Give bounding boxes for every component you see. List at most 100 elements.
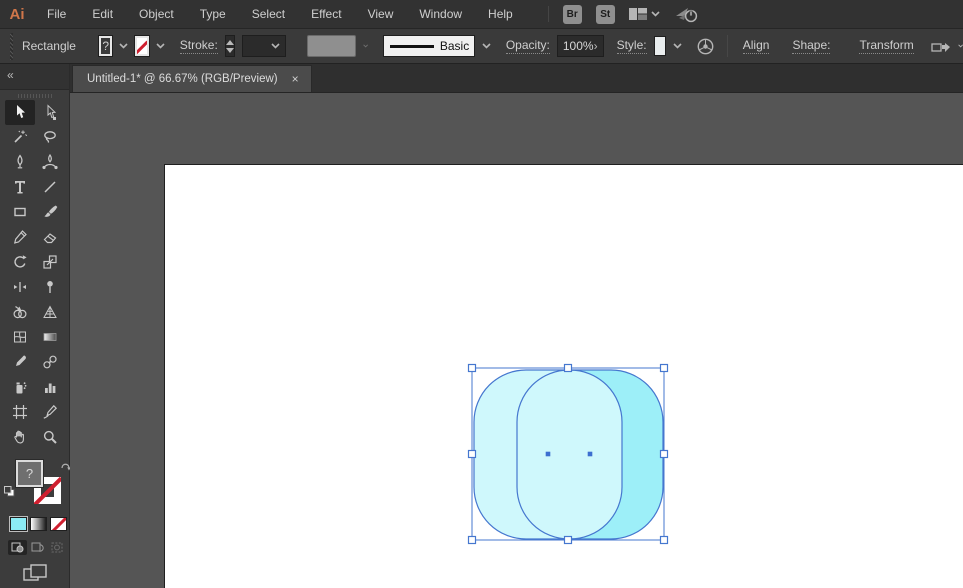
- change-screen-mode-button[interactable]: [22, 563, 69, 588]
- screen-mode-icon: [23, 564, 47, 581]
- recolor-artwork-button[interactable]: [697, 38, 714, 55]
- panel-grip[interactable]: [17, 94, 52, 98]
- document-tab-title: Untitled-1* @ 66.67% (RGB/Preview): [87, 73, 278, 85]
- divider: [727, 35, 728, 57]
- menu-item-select[interactable]: Select: [239, 0, 298, 28]
- arrange-icon: [931, 43, 950, 52]
- puppet-warp-tool[interactable]: [35, 275, 65, 300]
- color-button[interactable]: [10, 517, 27, 531]
- draw-behind-button[interactable]: [28, 540, 47, 555]
- menu-list: File Edit Object Type Select Effect View Window…: [34, 0, 526, 28]
- stock-button[interactable]: St: [595, 4, 615, 24]
- gradient-tool[interactable]: [35, 325, 65, 350]
- menu-item-window[interactable]: Window: [406, 0, 475, 28]
- color-type-buttons: [10, 517, 69, 531]
- gradient-button[interactable]: [30, 517, 47, 531]
- menu-item-view[interactable]: View: [355, 0, 407, 28]
- bridge-button[interactable]: Br: [562, 4, 582, 24]
- fill-dropdown[interactable]: [119, 36, 128, 56]
- illustrator-logo: Ai: [9, 5, 25, 23]
- divider: [547, 6, 549, 22]
- back-shape-center-point[interactable]: [587, 451, 593, 457]
- zoom-tool[interactable]: [35, 425, 65, 450]
- fill-swatch[interactable]: ?: [98, 36, 113, 56]
- fill-indicator[interactable]: ?: [16, 459, 43, 487]
- hand-tool[interactable]: [5, 425, 35, 450]
- canvas-pasteboard[interactable]: [70, 93, 963, 588]
- tools-panel: « ?: [0, 64, 71, 588]
- blend-tool[interactable]: [35, 350, 65, 375]
- stroke-color-dropdown[interactable]: [156, 36, 165, 56]
- selected-artwork[interactable]: [70, 93, 963, 588]
- menu-item-help[interactable]: Help: [475, 0, 526, 28]
- menu-item-effect[interactable]: Effect: [298, 0, 354, 28]
- recolor-artwork-icon: [697, 38, 714, 54]
- drawing-mode-buttons: [8, 540, 69, 555]
- style-panel-link[interactable]: Style:: [616, 38, 647, 54]
- brush-definition-dropdown[interactable]: Basic: [382, 35, 475, 57]
- chevron-down-icon: [362, 44, 368, 48]
- document-tab[interactable]: Untitled-1* @ 66.67% (RGB/Preview) ×: [72, 65, 312, 92]
- column-graph-tool[interactable]: [35, 375, 65, 400]
- collapse-panel-button[interactable]: «: [7, 68, 14, 82]
- draw-normal-button[interactable]: [8, 540, 27, 555]
- mesh-tool[interactable]: [5, 325, 35, 350]
- selection-tool[interactable]: [4, 99, 35, 125]
- opacity-arrow-icon[interactable]: ›: [594, 39, 598, 53]
- rectangle-tool[interactable]: [5, 200, 35, 225]
- eraser-tool[interactable]: [35, 225, 65, 250]
- close-tab-icon[interactable]: ×: [292, 72, 299, 86]
- default-fill-stroke-icon[interactable]: [4, 485, 15, 497]
- opacity-field[interactable]: 100% ›: [556, 35, 604, 57]
- stroke-panel-link[interactable]: Stroke:: [179, 38, 218, 54]
- draw-inside-button: [48, 540, 67, 555]
- magic-wand-tool[interactable]: [5, 125, 35, 150]
- fill-stroke-indicator: ?: [4, 459, 71, 507]
- shaper-tool[interactable]: [5, 225, 35, 250]
- brush-stroke-preview: [389, 44, 434, 48]
- workspace-switcher[interactable]: [628, 7, 660, 21]
- stroke-weight-field[interactable]: [241, 35, 286, 57]
- align-panel-link[interactable]: Align: [742, 38, 770, 54]
- paintbrush-tool[interactable]: [35, 200, 65, 225]
- share-publish-icon[interactable]: [674, 6, 698, 23]
- eyedropper-tool[interactable]: [5, 350, 35, 375]
- artboard-tool[interactable]: [5, 400, 35, 425]
- arrange-button[interactable]: [931, 38, 951, 54]
- stroke-none-swatch[interactable]: [135, 36, 149, 56]
- transform-panel-link[interactable]: Transform: [859, 38, 914, 54]
- opacity-panel-link[interactable]: Opacity:: [505, 38, 550, 54]
- menu-item-object[interactable]: Object: [126, 0, 187, 28]
- none-button[interactable]: [50, 517, 67, 531]
- shape-builder-tool[interactable]: [5, 300, 35, 325]
- direct-selection-tool[interactable]: [35, 100, 65, 125]
- chevron-down-icon[interactable]: [957, 43, 963, 49]
- document-tab-bar: Untitled-1* @ 66.67% (RGB/Preview) ×: [70, 64, 963, 93]
- style-swatch[interactable]: [653, 36, 667, 56]
- scale-tool[interactable]: [35, 250, 65, 275]
- pen-tool[interactable]: [5, 150, 35, 175]
- width-profile-dropdown: [306, 35, 356, 57]
- curvature-tool[interactable]: [35, 150, 65, 175]
- panel-grip[interactable]: [10, 32, 13, 60]
- menu-item-file[interactable]: File: [34, 0, 79, 28]
- chevron-down-icon: [651, 11, 660, 17]
- slice-tool[interactable]: [35, 400, 65, 425]
- symbol-sprayer-tool[interactable]: [5, 375, 35, 400]
- stroke-weight-stepper[interactable]: [224, 35, 235, 57]
- menu-item-type[interactable]: Type: [187, 0, 239, 28]
- style-dropdown[interactable]: [673, 36, 682, 56]
- lasso-tool[interactable]: [35, 125, 65, 150]
- rotate-tool[interactable]: [5, 250, 35, 275]
- shape-panel-link[interactable]: Shape:: [792, 38, 831, 54]
- type-tool[interactable]: [5, 175, 35, 200]
- perspective-grid-tool[interactable]: [35, 300, 65, 325]
- menu-item-edit[interactable]: Edit: [79, 0, 126, 28]
- brush-definition-chevron[interactable]: [482, 36, 491, 56]
- control-options-bar: Rectangle ? Stroke: Basic Opacity: 100% …: [0, 29, 963, 64]
- menu-bar: Ai File Edit Object Type Select Effect View Win…: [0, 0, 963, 29]
- tool-context-label: Rectangle: [21, 39, 76, 53]
- front-shape-center-point[interactable]: [545, 451, 551, 457]
- line-segment-tool[interactable]: [35, 175, 65, 200]
- width-tool[interactable]: [5, 275, 35, 300]
